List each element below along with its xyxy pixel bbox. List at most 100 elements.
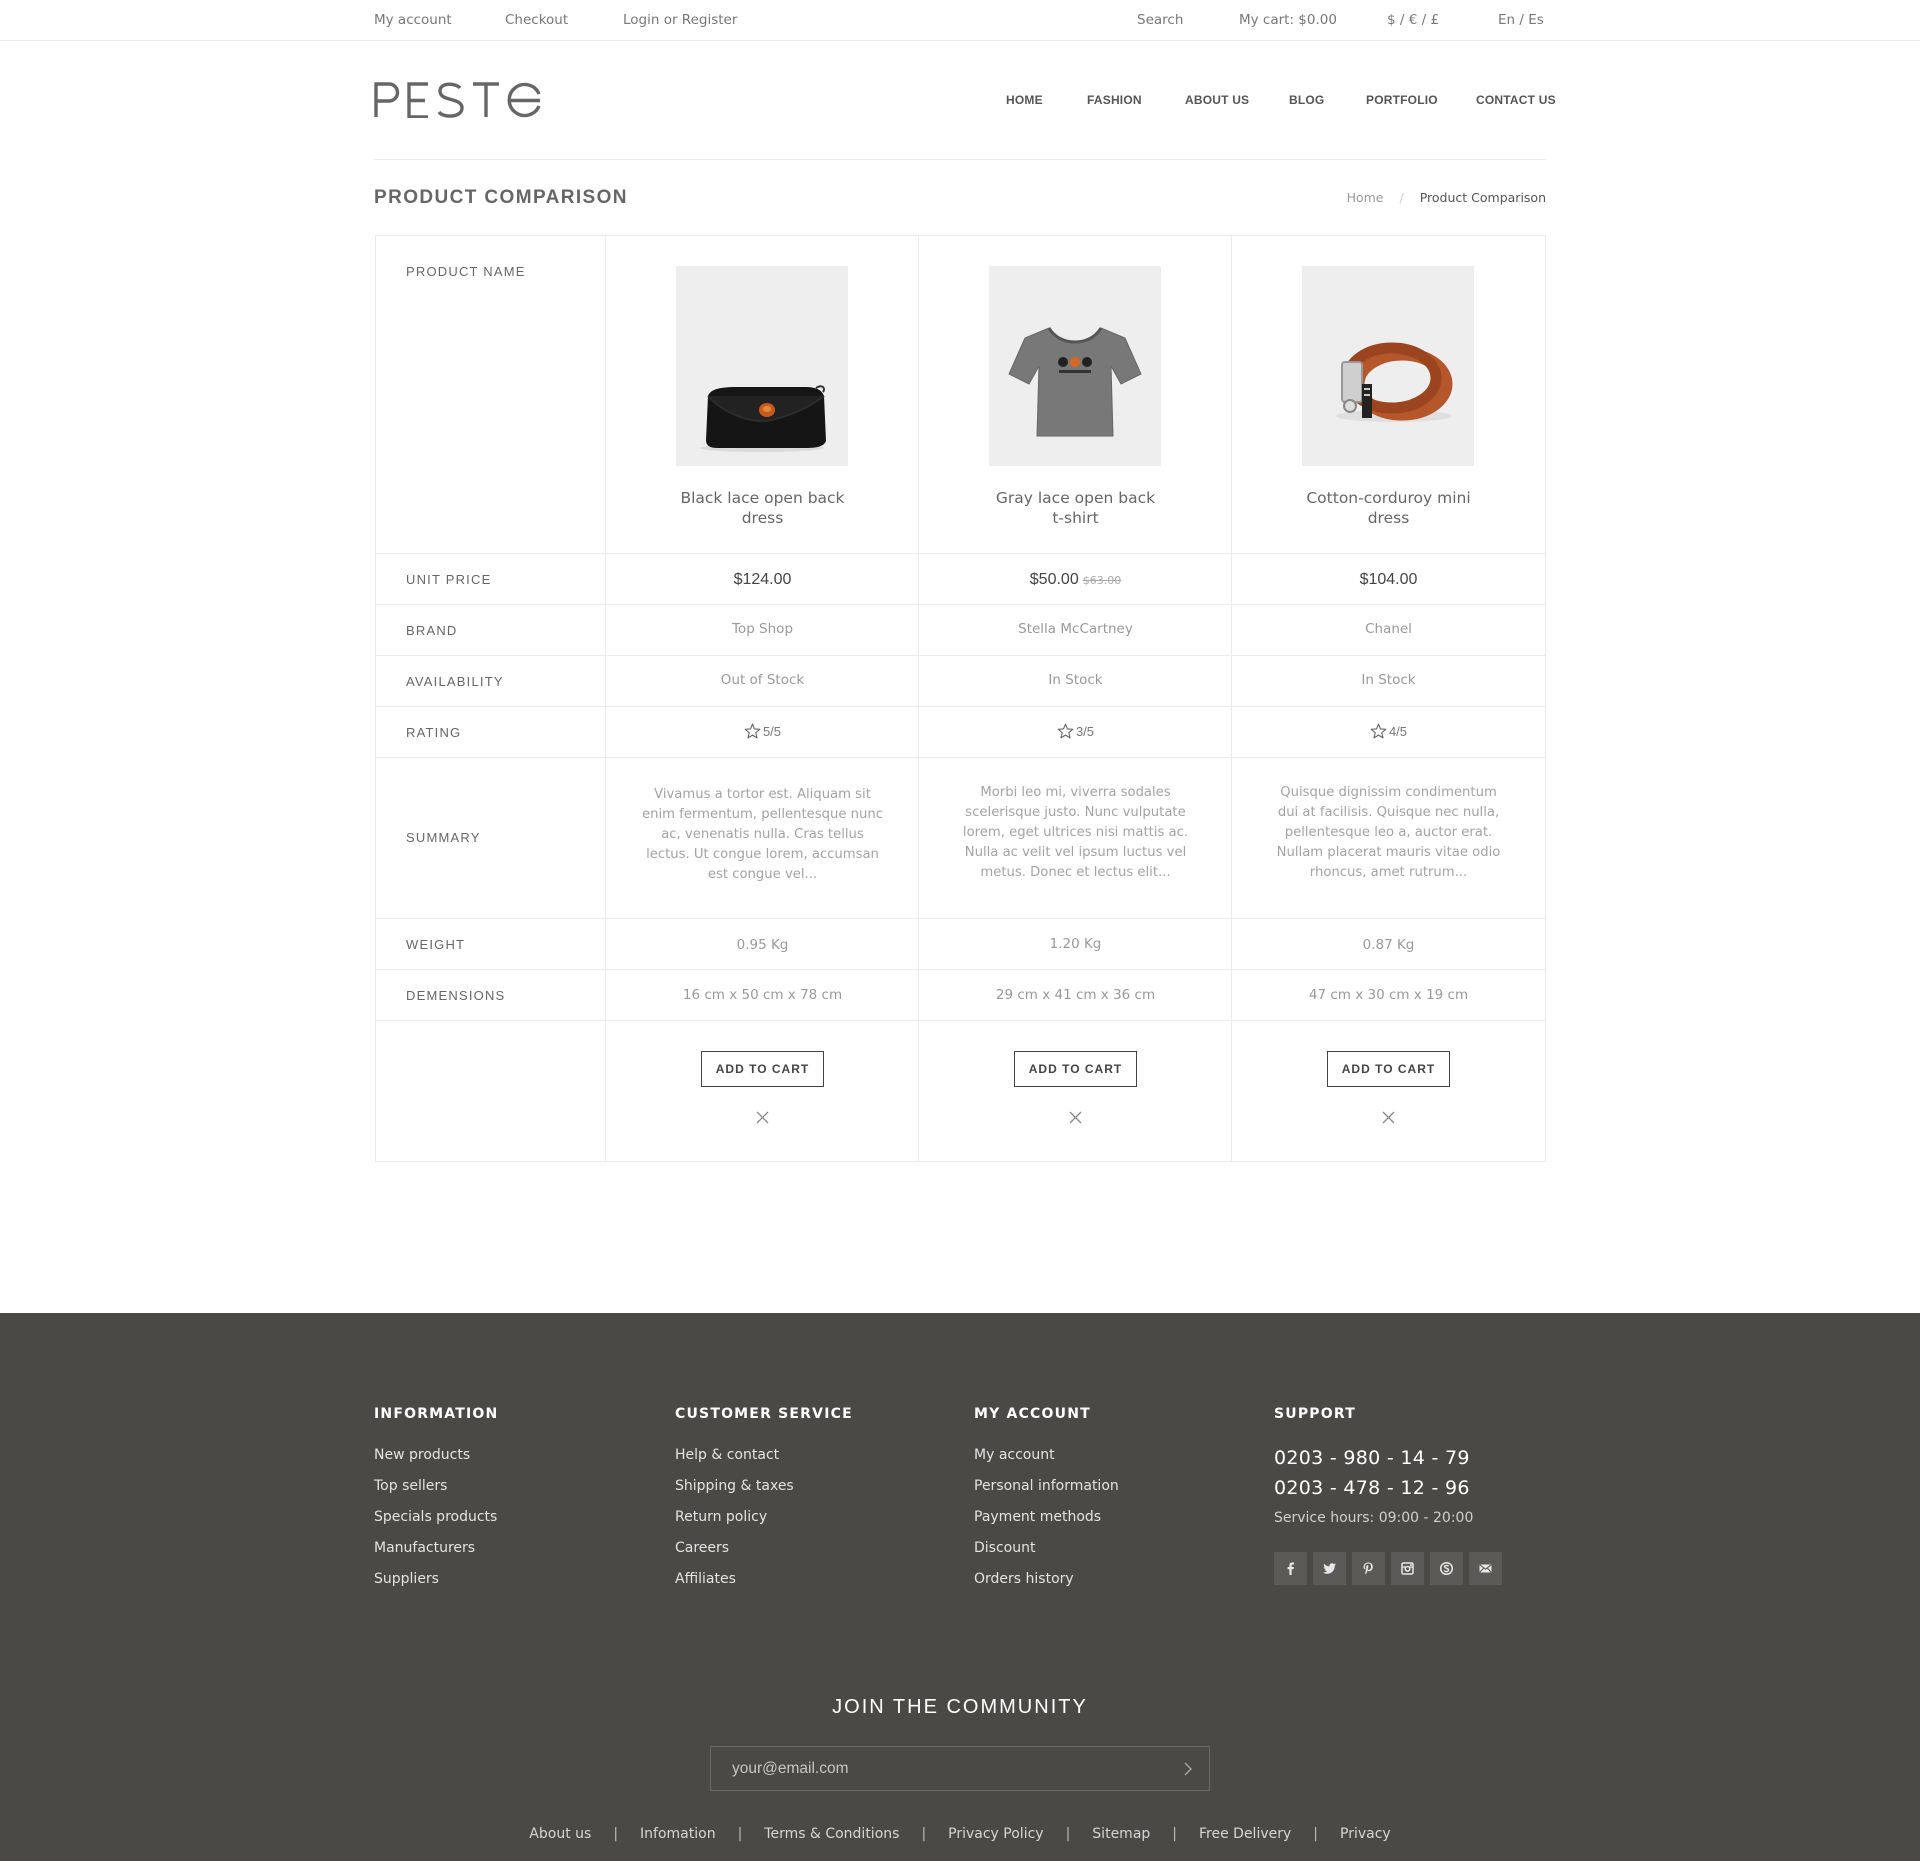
nav-blog[interactable]: BLOG <box>1289 93 1324 107</box>
product-availability-1: Out of Stock <box>720 672 805 688</box>
footer-link[interactable]: New products <box>374 1447 470 1463</box>
footer-link[interactable]: Top sellers <box>374 1478 447 1494</box>
breadcrumb-home[interactable]: Home <box>1347 190 1384 205</box>
bottom-link-free-delivery[interactable]: Free Delivery <box>1199 1826 1291 1842</box>
remove-icon[interactable] <box>1069 1111 1082 1124</box>
product-price-1: $124.00 <box>606 569 919 589</box>
facebook-button[interactable] <box>1274 1552 1307 1585</box>
instagram-icon <box>1401 1562 1414 1575</box>
pesto-logo[interactable] <box>374 82 542 118</box>
nav-contact-us[interactable]: CONTACT US <box>1476 93 1556 107</box>
column-divider <box>605 236 606 1161</box>
bottom-link-infomation[interactable]: Infomation <box>640 1826 716 1842</box>
footer-link[interactable]: Careers <box>675 1540 729 1556</box>
twitter-icon <box>1323 1563 1336 1574</box>
mail-icon <box>1479 1564 1492 1573</box>
row-divider <box>376 757 1545 758</box>
brown-leather-belt-icon <box>1336 342 1453 422</box>
join-community-title: JOIN THE COMMUNITY <box>832 1696 1088 1718</box>
label-weight: WEIGHT <box>406 937 466 952</box>
row-divider <box>376 553 1545 554</box>
skype-button[interactable] <box>1430 1552 1463 1585</box>
bottom-link-privacy[interactable]: Privacy <box>1340 1826 1391 1842</box>
add-to-cart-cell-2: ADD TO CART <box>919 1051 1232 1087</box>
product-name-2[interactable]: Gray lace open back t-shirt <box>919 488 1232 528</box>
bottom-link-privacy-policy[interactable]: Privacy Policy <box>948 1826 1043 1842</box>
product-name-line: t-shirt <box>1052 509 1099 527</box>
unit-price: $124.00 <box>733 571 792 588</box>
service-hours: Service hours: 09:00 - 20:00 <box>1274 1510 1474 1526</box>
add-to-cart-cell-3: ADD TO CART <box>1232 1051 1545 1087</box>
label-product-name: PRODUCT NAME <box>406 264 526 279</box>
add-to-cart-button[interactable]: ADD TO CART <box>1327 1051 1450 1087</box>
footer-bottom-links: About us | Infomation | Terms & Conditions | P… <box>0 1826 1920 1842</box>
rating-value: 5/5 <box>762 724 782 739</box>
star-icon <box>1370 723 1387 739</box>
currency-switcher[interactable]: $ / € / £ <box>1387 12 1439 28</box>
nav-home[interactable]: HOME <box>1006 93 1043 107</box>
add-to-cart-button[interactable]: ADD TO CART <box>701 1051 824 1087</box>
footer-link[interactable]: Payment methods <box>974 1509 1101 1525</box>
label-dimensions: DEMENSIONS <box>406 988 506 1003</box>
product-name-3[interactable]: Cotton-corduroy mini dress <box>1232 488 1545 528</box>
my-account-link[interactable]: My account <box>374 12 452 28</box>
star-icon <box>744 723 761 739</box>
product-image-brown-belt[interactable] <box>1302 266 1474 466</box>
product-weight-2: 1.20 Kg <box>1049 936 1102 952</box>
facebook-icon <box>1287 1562 1294 1575</box>
remove-icon[interactable] <box>1382 1111 1395 1124</box>
product-dimensions-2: 29 cm x 41 cm x 36 cm <box>995 987 1156 1003</box>
footer-link[interactable]: Suppliers <box>374 1571 439 1587</box>
twitter-button[interactable] <box>1313 1552 1346 1585</box>
product-name-line: Gray lace open back <box>995 489 1156 507</box>
product-summary-2: Morbi leo mi, viverra sodales scelerisqu… <box>962 785 1189 880</box>
product-price-2: $50.00 $63.00 <box>919 569 1232 589</box>
product-image-black-clutch[interactable] <box>676 266 848 466</box>
footer-link[interactable]: Discount <box>974 1540 1035 1556</box>
checkout-link[interactable]: Checkout <box>505 12 568 28</box>
add-to-cart-button[interactable]: ADD TO CART <box>1014 1051 1137 1087</box>
newsletter-email-input[interactable] <box>711 1747 1151 1790</box>
nav-fashion[interactable]: FASHION <box>1087 93 1142 107</box>
label-unit-price: UNIT PRICE <box>406 572 492 587</box>
bottom-link-terms[interactable]: Terms & Conditions <box>764 1826 899 1842</box>
instagram-button[interactable] <box>1391 1552 1424 1585</box>
mail-button[interactable] <box>1469 1552 1502 1585</box>
footer-link[interactable]: Personal information <box>974 1478 1119 1494</box>
nav-portfolio[interactable]: PORTFOLIO <box>1366 93 1438 107</box>
search-link[interactable]: Search <box>1137 12 1183 28</box>
bottom-link-about-us[interactable]: About us <box>529 1826 591 1842</box>
footer-link[interactable]: Return policy <box>675 1509 767 1525</box>
footer-link[interactable]: Shipping & taxes <box>675 1478 794 1494</box>
footer-link[interactable]: Orders history <box>974 1571 1074 1587</box>
chevron-right-icon[interactable] <box>1183 1762 1193 1776</box>
footer-customer-service-title: CUSTOMER SERVICE <box>675 1406 853 1422</box>
product-brand-3: Chanel <box>1365 621 1412 637</box>
page-title: PRODUCT COMPARISON <box>374 187 628 208</box>
label-brand: BRAND <box>406 623 458 638</box>
footer-link[interactable]: My account <box>974 1447 1055 1463</box>
pinterest-icon <box>1363 1562 1373 1575</box>
footer-link[interactable]: Help & contact <box>675 1447 779 1463</box>
support-phone-2[interactable]: 0203 - 478 - 12 - 96 <box>1274 1477 1470 1499</box>
product-brand-1: Top Shop <box>731 621 794 637</box>
cart-link[interactable]: My cart: $0.00 <box>1239 12 1337 28</box>
breadcrumb-current: Product Comparison <box>1419 190 1546 205</box>
footer-link[interactable]: Affiliates <box>675 1571 736 1587</box>
rating-value: 4/5 <box>1388 724 1408 739</box>
product-image-gray-tshirt[interactable] <box>989 266 1161 466</box>
footer-link[interactable]: Manufacturers <box>374 1540 475 1556</box>
star-icon <box>1057 723 1074 739</box>
product-name-1[interactable]: Black lace open back dress <box>606 488 919 528</box>
link-separator: | <box>1313 1826 1318 1842</box>
product-name-line: Cotton-corduroy mini <box>1306 489 1471 507</box>
support-phone-1[interactable]: 0203 - 980 - 14 - 79 <box>1274 1447 1470 1469</box>
language-switcher[interactable]: En / Es <box>1498 12 1544 28</box>
login-register-link[interactable]: Login or Register <box>623 12 737 28</box>
label-availability: AVAILABILITY <box>406 674 504 689</box>
nav-about-us[interactable]: ABOUT US <box>1185 93 1249 107</box>
footer-link[interactable]: Specials products <box>374 1509 497 1525</box>
pinterest-button[interactable] <box>1352 1552 1385 1585</box>
bottom-link-sitemap[interactable]: Sitemap <box>1092 1826 1150 1842</box>
remove-icon[interactable] <box>756 1111 769 1124</box>
